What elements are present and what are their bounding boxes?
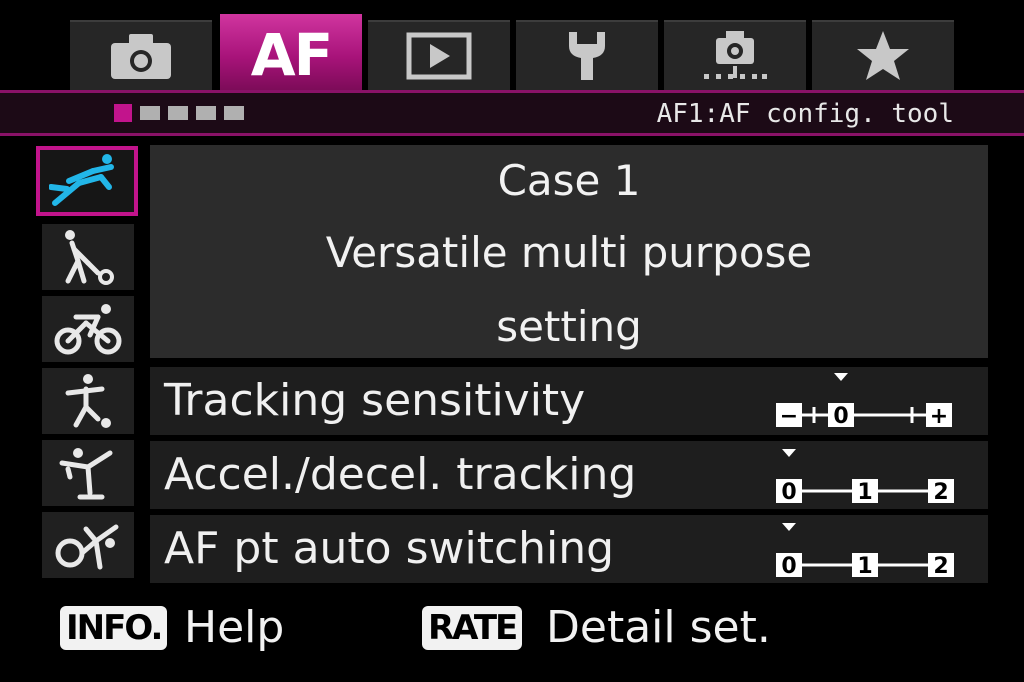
case-description-line: setting bbox=[496, 302, 642, 351]
scale-label: 0 bbox=[781, 554, 796, 579]
case-description-line: Versatile multi purpose bbox=[325, 228, 813, 277]
current-value-marker-icon bbox=[782, 449, 796, 457]
scale-label: 0 bbox=[781, 480, 796, 505]
page-dot bbox=[168, 106, 188, 120]
case-4-soccer-icon bbox=[65, 374, 111, 428]
case-2-tennis-icon bbox=[65, 230, 114, 285]
tab-setup[interactable] bbox=[516, 20, 658, 90]
menu-tabs: AF bbox=[70, 14, 954, 92]
accel-decel-tracking-scale: 0 1 2 bbox=[776, 449, 954, 505]
setting-label: AF pt auto switching bbox=[164, 523, 615, 574]
scale-label: − bbox=[780, 404, 798, 429]
case-1-runner-icon bbox=[49, 154, 114, 206]
tab-af-label: AF bbox=[250, 21, 334, 89]
playback-icon bbox=[406, 32, 472, 80]
scale-label: 1 bbox=[857, 554, 872, 579]
rate-detail-text: Detail set. bbox=[546, 602, 771, 653]
case-3-button[interactable] bbox=[42, 296, 134, 362]
case-description-panel: Case 1 Versatile multi purpose setting bbox=[150, 145, 988, 358]
setting-label: Tracking sensitivity bbox=[164, 375, 586, 426]
af-pt-auto-switching-scale: 0 1 2 bbox=[776, 523, 954, 579]
scale-label: 1 bbox=[857, 480, 872, 505]
setting-row-accel-decel-tracking[interactable]: Accel./decel. tracking 0 1 2 bbox=[150, 441, 988, 509]
page-dot bbox=[114, 104, 132, 122]
tab-my-menu[interactable] bbox=[812, 20, 954, 90]
setting-row-tracking-sensitivity[interactable]: Tracking sensitivity − 0 + bbox=[150, 367, 988, 435]
scale-label: 2 bbox=[933, 554, 948, 579]
page-dot bbox=[196, 106, 216, 120]
page-dot bbox=[224, 106, 244, 120]
tab-shooting[interactable] bbox=[70, 20, 212, 90]
case-1-button[interactable] bbox=[36, 146, 138, 216]
current-value-marker-icon bbox=[834, 373, 848, 381]
scale-label: + bbox=[930, 404, 948, 429]
tracking-sensitivity-scale: − 0 + bbox=[776, 373, 952, 429]
case-6-gymnast-icon bbox=[55, 524, 119, 570]
scale-label: 0 bbox=[833, 404, 848, 429]
page-title: AF1:AF config. tool bbox=[656, 99, 954, 129]
live-view-icon bbox=[704, 31, 767, 79]
wrench-icon bbox=[569, 32, 605, 80]
case-4-button[interactable] bbox=[42, 368, 134, 434]
footer-help-bar: INFO. Help RATE Detail set. bbox=[60, 600, 960, 654]
tab-playback[interactable] bbox=[368, 20, 510, 90]
case-3-cyclist-icon bbox=[54, 304, 122, 355]
current-value-marker-icon bbox=[782, 523, 796, 531]
setting-row-af-pt-auto-switching[interactable]: AF pt auto switching 0 1 2 bbox=[150, 515, 988, 583]
star-icon bbox=[857, 31, 909, 80]
page-indicator bbox=[114, 104, 244, 122]
case-2-button[interactable] bbox=[42, 224, 134, 290]
tab-live-view[interactable] bbox=[664, 20, 806, 90]
menu-header: AF1:AF config. tool bbox=[0, 90, 1024, 136]
case-5-button[interactable] bbox=[42, 440, 134, 506]
page-dot bbox=[140, 106, 160, 120]
rate-key-badge[interactable]: RATE bbox=[422, 606, 523, 650]
info-key-badge[interactable]: INFO. bbox=[60, 606, 168, 650]
case-6-button[interactable] bbox=[42, 512, 134, 578]
camera-icon bbox=[111, 34, 171, 79]
tab-af[interactable]: AF bbox=[220, 14, 362, 92]
setting-label: Accel./decel. tracking bbox=[164, 449, 637, 500]
case-title: Case 1 bbox=[497, 156, 641, 205]
case-5-skater-icon bbox=[59, 448, 113, 500]
info-help-text: Help bbox=[184, 602, 285, 653]
scale-label: 2 bbox=[933, 480, 948, 505]
